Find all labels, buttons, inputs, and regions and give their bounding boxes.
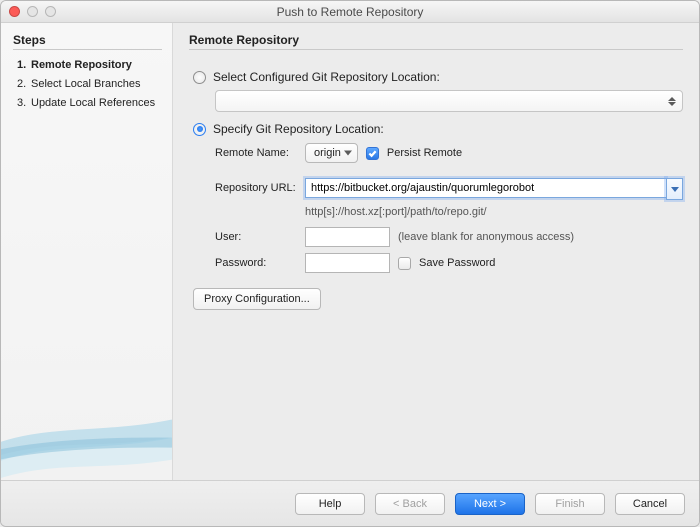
configured-repo-combo[interactable] [215,90,683,112]
option-specify-label: Specify Git Repository Location: [213,122,384,136]
next-button[interactable]: Next > [455,493,525,515]
dialog-window: Push to Remote Repository Steps 1.Remote… [0,0,700,527]
window-title: Push to Remote Repository [1,5,699,19]
repo-url-combo [305,178,683,200]
radio-specify[interactable] [193,123,206,136]
panel-heading: Remote Repository [189,33,683,50]
step-update-local-references: 3.Update Local References [13,94,162,113]
steps-list: 1.Remote Repository 2.Select Local Branc… [13,56,162,113]
persist-remote-label: Persist Remote [387,147,462,159]
option-configured-row[interactable]: Select Configured Git Repository Locatio… [193,70,683,84]
finish-button[interactable]: Finish [535,493,605,515]
option-specify-row[interactable]: Specify Git Repository Location: [193,122,683,136]
remote-name-label: Remote Name: [215,147,305,159]
panel-body: Select Configured Git Repository Locatio… [189,54,683,310]
remote-name-select[interactable]: origin [305,143,358,163]
proxy-configuration-button[interactable]: Proxy Configuration... [193,288,321,310]
step-select-local-branches: 2.Select Local Branches [13,75,162,94]
steps-heading: Steps [13,33,162,50]
radio-configured[interactable] [193,71,206,84]
main-panel: Remote Repository Select Configured Git … [173,23,699,480]
titlebar: Push to Remote Repository [1,1,699,23]
user-label: User: [215,231,305,243]
password-label: Password: [215,257,305,269]
combo-arrows-icon [668,95,676,107]
proxy-row: Proxy Configuration... [193,288,683,310]
repo-url-input[interactable] [305,178,666,198]
password-row: Password: Save Password [215,252,683,274]
repo-url-row: Repository URL: [215,178,683,200]
help-button[interactable]: Help [295,493,365,515]
password-input[interactable] [305,253,390,273]
remote-name-row: Remote Name: origin Persist Remote [215,142,683,164]
user-input[interactable] [305,227,390,247]
credentials-form: User: (leave blank for anonymous access)… [215,226,683,274]
cancel-button[interactable]: Cancel [615,493,685,515]
specify-form: Remote Name: origin Persist Remote [215,142,683,164]
option-configured-label: Select Configured Git Repository Locatio… [213,70,440,84]
steps-sidebar: Steps 1.Remote Repository 2.Select Local… [1,23,173,480]
save-password-label: Save Password [419,257,495,269]
dialog-body: Steps 1.Remote Repository 2.Select Local… [1,23,699,480]
repo-url-hint: http[s]://host.xz[:port]/path/to/repo.gi… [305,206,683,218]
check-icon [368,149,377,158]
repo-url-dropdown[interactable] [666,178,683,200]
user-row: User: (leave blank for anonymous access) [215,226,683,248]
persist-remote-checkbox[interactable] [366,147,379,160]
dialog-footer: Help < Back Next > Finish Cancel [1,480,699,526]
decorative-swoosh [1,370,173,480]
save-password-checkbox[interactable] [398,257,411,270]
user-note: (leave blank for anonymous access) [398,231,574,243]
back-button[interactable]: < Back [375,493,445,515]
step-remote-repository: 1.Remote Repository [13,56,162,75]
repo-url-label: Repository URL: [215,178,305,200]
